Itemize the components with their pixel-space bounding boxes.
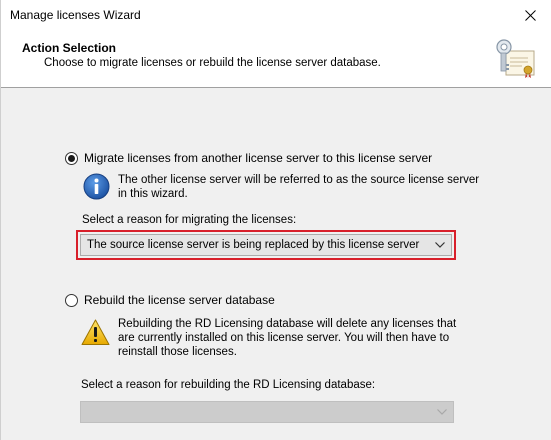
rebuild-warning-line-2: are currently installed on this license …: [118, 332, 450, 344]
title-bar: Manage licenses Wizard: [1, 0, 551, 31]
rebuild-warning-line-3: reinstall those licenses.: [118, 346, 237, 358]
migrate-option[interactable]: Migrate licenses from another license se…: [65, 151, 432, 165]
migrate-info-line-2: in this wizard.: [118, 188, 188, 200]
rebuild-option[interactable]: Rebuild the license server database: [65, 293, 275, 307]
chevron-down-icon: [435, 242, 445, 248]
wizard-window: Manage licenses Wizard Action Selection …: [0, 0, 551, 440]
migrate-info-line-1: The other license server will be referre…: [118, 174, 480, 186]
window-title: Manage licenses Wizard: [10, 8, 141, 22]
wizard-content: Migrate licenses from another license se…: [1, 88, 551, 440]
chevron-down-icon: [437, 409, 447, 415]
page-subtitle: Choose to migrate licenses or rebuild th…: [44, 57, 381, 69]
wizard-header: Action Selection Choose to migrate licen…: [1, 31, 551, 88]
rebuild-select-label: Select a reason for rebuilding the RD Li…: [81, 379, 376, 391]
migrate-radio-label: Migrate licenses from another license se…: [84, 151, 433, 165]
warning-icon: [81, 319, 110, 345]
rebuild-radio-label: Rebuild the license server database: [84, 293, 275, 307]
migrate-radio[interactable]: [65, 151, 78, 165]
migrate-reason-value: The source license server is being repla…: [87, 239, 420, 251]
migrate-reason-dropdown[interactable]: The source license server is being repla…: [80, 234, 452, 256]
rebuild-warning-line-1: Rebuilding the RD Licensing database wil…: [118, 318, 457, 330]
page-title: Action Selection: [22, 41, 117, 55]
rebuild-reason-dropdown[interactable]: [80, 401, 454, 423]
license-certificate-icon: [496, 39, 535, 79]
close-button[interactable]: [513, 0, 547, 31]
close-icon: [524, 10, 536, 21]
migrate-select-label: Select a reason for migrating the licens…: [82, 214, 297, 226]
rebuild-radio[interactable]: [65, 293, 78, 307]
info-icon: [83, 173, 110, 200]
